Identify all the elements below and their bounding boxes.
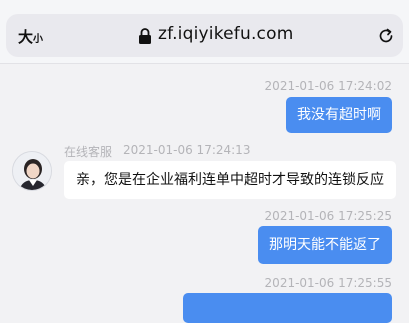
agent-sender-name: 在线客服 [64,145,113,159]
agent-message-bubble: 亲，您是在企业福利连单中超时才导致的连锁反应 [64,161,396,199]
reload-icon[interactable] [376,26,396,46]
agent-avatar [12,151,52,191]
message-timestamp: 2021-01-06 17:25:25 [264,209,392,223]
message-timestamp: 2021-01-06 17:25:55 [264,276,392,290]
browser-address-bar: 大小 zf.iqiyikefu.com [0,0,409,64]
lock-icon [139,28,151,44]
user-message-bubble: 那明天能不能返了 [258,226,392,264]
user-message-bubble [183,293,392,323]
text-size-small-label: 小 [33,34,44,45]
text-size-large-label: 大 [18,28,34,46]
avatar-image [13,152,51,190]
url-text: zf.iqiyikefu.com [158,24,294,44]
user-message-bubble: 我没有超时啊 [286,97,392,133]
text-size-button[interactable]: 大小 [18,26,43,47]
message-timestamp: 2021-01-06 17:24:02 [264,79,392,93]
url-field[interactable]: 大小 zf.iqiyikefu.com [6,14,403,57]
chat-area[interactable]: 2021-01-06 17:24:02 我没有超时啊 在线客服 2021-01-… [0,65,409,323]
message-timestamp: 2021-01-06 17:24:13 [123,143,251,157]
